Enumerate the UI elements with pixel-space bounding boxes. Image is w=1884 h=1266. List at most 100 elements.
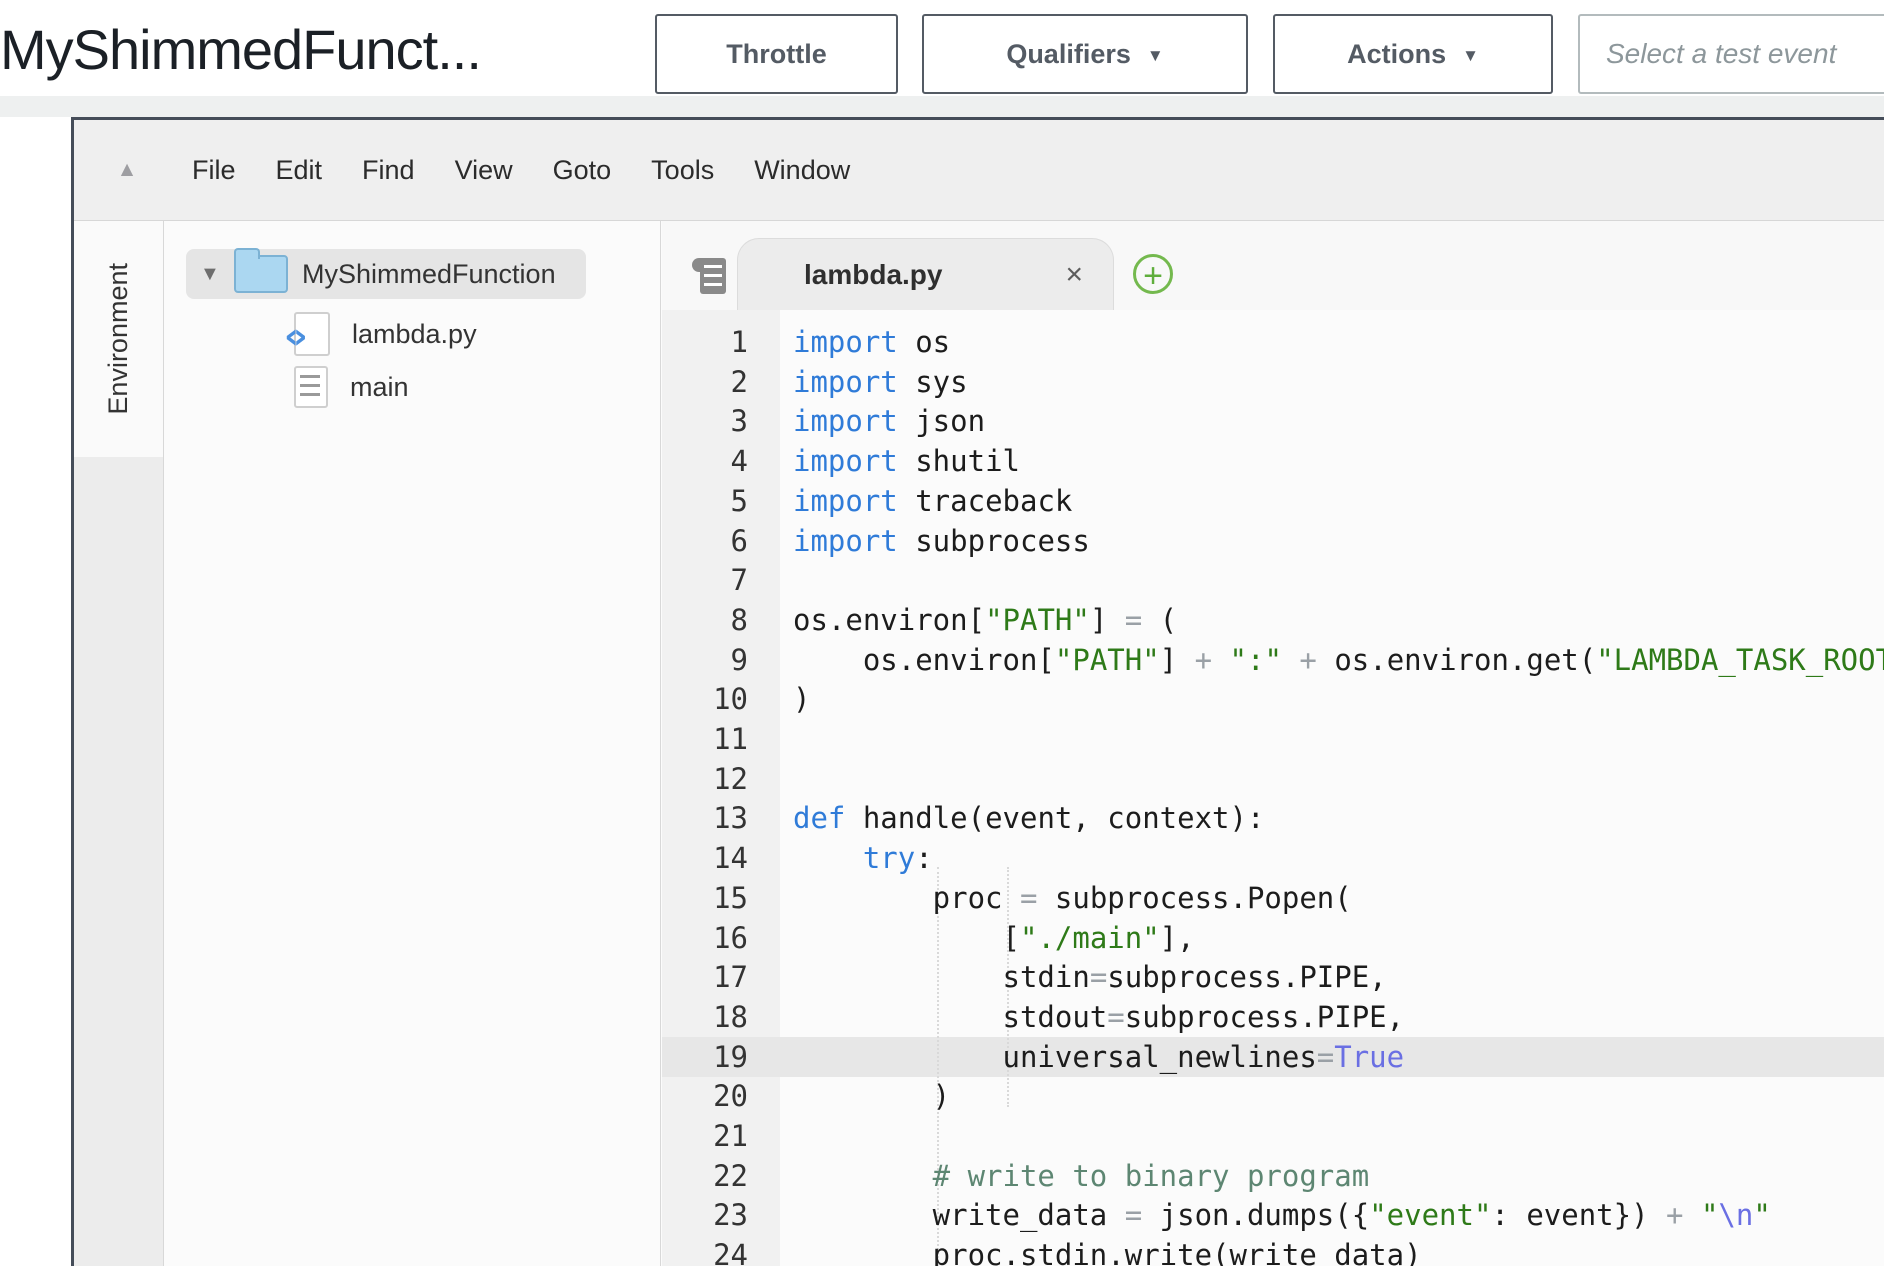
throttle-button[interactable]: Throttle [655, 14, 898, 94]
code-token-o: + [1666, 1198, 1683, 1232]
new-tab-plus-icon[interactable]: + [1133, 254, 1173, 294]
throttle-button-label: Throttle [726, 39, 827, 70]
line-number[interactable]: 5 [662, 481, 748, 521]
line-number[interactable]: 18 [662, 997, 748, 1037]
line-number[interactable]: 24 [662, 1235, 748, 1266]
disclosure-triangle-icon[interactable]: ▼ [200, 263, 226, 286]
code-line[interactable]: import subprocess [793, 521, 1090, 561]
tab-label: lambda.py [804, 259, 942, 291]
line-number[interactable]: 3 [662, 401, 748, 441]
menu-item-find[interactable]: Find [349, 155, 428, 186]
code-line[interactable]: stdin=subprocess.PIPE, [793, 957, 1387, 997]
tab-environment[interactable]: Environment [74, 221, 164, 457]
code-line[interactable]: proc.stdin.write(write_data) [793, 1235, 1422, 1266]
menu-item-goto[interactable]: Goto [540, 155, 625, 186]
code-line[interactable]: ) [793, 679, 810, 719]
code-token-o: = [1125, 603, 1142, 637]
code-token-p: json.dumps({ [1142, 1198, 1369, 1232]
menu-item-file[interactable]: File [179, 155, 249, 186]
tab-list-icon[interactable] [692, 258, 726, 294]
actions-button-label: Actions [1347, 39, 1446, 70]
code-line[interactable]: os.environ["PATH"] = ( [793, 600, 1177, 640]
lambda-console-page: MyShimmedFunct... Throttle Qualifiers ▼ … [0, 0, 1884, 1266]
qualifiers-dropdown-button[interactable]: Qualifiers ▼ [922, 14, 1248, 94]
folder-name-label: MyShimmedFunction [302, 259, 556, 290]
line-number[interactable]: 14 [662, 838, 748, 878]
code-line[interactable]: try: [793, 838, 933, 878]
chevron-down-icon: ▼ [1147, 46, 1164, 66]
line-number[interactable]: 20 [662, 1076, 748, 1116]
close-icon[interactable]: × [1065, 260, 1083, 290]
code-line[interactable]: def handle(event, context): [793, 798, 1264, 838]
line-number[interactable]: 8 [662, 600, 748, 640]
collapse-panel-icon[interactable]: ▲ [112, 158, 142, 182]
code-editor-surface[interactable]: 1 import os 2 import sys 3 import json 4 import… [662, 310, 1884, 1266]
code-token-p: ], [1160, 921, 1195, 955]
code-token-k: import [793, 365, 898, 399]
code-token-o: + [1195, 643, 1212, 677]
code-token-o: = [1090, 960, 1107, 994]
code-token-s: "PATH" [1055, 643, 1160, 677]
code-line[interactable]: ["./main"], [793, 918, 1195, 958]
line-number[interactable]: 4 [662, 441, 748, 481]
tree-row-lambda-py[interactable]: ‹›lambda.py [294, 309, 624, 359]
file-name-label: lambda.py [352, 319, 477, 350]
code-token-p [1683, 1198, 1700, 1232]
test-event-placeholder: Select a test event [1606, 38, 1836, 70]
chevron-down-icon: ▼ [1462, 46, 1479, 66]
code-line[interactable]: import os [793, 322, 950, 362]
code-token-m: # write to binary program [793, 1159, 1369, 1193]
code-line[interactable]: os.environ["PATH"] + ":" + os.environ.ge… [793, 640, 1884, 680]
code-line[interactable]: stdout=subprocess.PIPE, [793, 997, 1404, 1037]
header-divider-band [0, 96, 1884, 117]
function-header: MyShimmedFunct... Throttle Qualifiers ▼ … [0, 0, 1884, 96]
menu-item-edit[interactable]: Edit [263, 155, 336, 186]
line-number[interactable]: 19 [662, 1037, 748, 1077]
tab-lambda-py[interactable]: lambda.py × [737, 238, 1114, 311]
line-number[interactable]: 23 [662, 1195, 748, 1235]
line-number[interactable]: 13 [662, 798, 748, 838]
code-token-p: os.environ[ [793, 643, 1055, 677]
code-token-s: "PATH" [985, 603, 1090, 637]
line-number[interactable]: 1 [662, 322, 748, 362]
code-token-p: json [898, 404, 985, 438]
code-token-p: ) [793, 682, 810, 716]
code-token-p: os.environ[ [793, 603, 985, 637]
code-line[interactable]: import json [793, 401, 985, 441]
editor-pane: lambda.py × + 1 import os 2 import sys 3 impo… [662, 221, 1884, 1266]
code-token-k: import [793, 325, 898, 359]
code-line[interactable]: universal_newlines=True [793, 1037, 1404, 1077]
tree-row-folder[interactable]: ▼ MyShimmedFunction [186, 249, 586, 299]
code-token-p: ] [1090, 603, 1125, 637]
code-line[interactable]: ) [793, 1076, 950, 1116]
code-line[interactable]: proc = subprocess.Popen( [793, 878, 1352, 918]
menu-item-tools[interactable]: Tools [638, 155, 727, 186]
code-line[interactable]: import traceback [793, 481, 1072, 521]
line-number[interactable]: 2 [662, 362, 748, 402]
code-line[interactable]: import sys [793, 362, 968, 402]
line-number[interactable]: 22 [662, 1156, 748, 1196]
line-number[interactable]: 9 [662, 640, 748, 680]
code-line[interactable]: write_data = json.dumps({"event": event}… [793, 1195, 1771, 1235]
code-token-s: "event" [1369, 1198, 1491, 1232]
actions-dropdown-button[interactable]: Actions ▼ [1273, 14, 1553, 94]
tree-row-main[interactable]: main [294, 362, 624, 412]
code-token-p: : [915, 841, 932, 875]
code-token-p: stdin [793, 960, 1090, 994]
line-number[interactable]: 7 [662, 560, 748, 600]
line-number[interactable]: 15 [662, 878, 748, 918]
line-number[interactable]: 12 [662, 759, 748, 799]
code-line[interactable]: # write to binary program [793, 1156, 1369, 1196]
code-token-p: subprocess.Popen( [1037, 881, 1351, 915]
menu-item-view[interactable]: View [442, 155, 526, 186]
line-number[interactable]: 16 [662, 918, 748, 958]
code-token-s: " [1701, 1198, 1718, 1232]
menu-item-window[interactable]: Window [741, 155, 863, 186]
line-number[interactable]: 10 [662, 679, 748, 719]
test-event-select[interactable]: Select a test event [1578, 14, 1884, 94]
line-number[interactable]: 17 [662, 957, 748, 997]
line-number[interactable]: 11 [662, 719, 748, 759]
line-number[interactable]: 6 [662, 521, 748, 561]
line-number[interactable]: 21 [662, 1116, 748, 1156]
code-line[interactable]: import shutil [793, 441, 1020, 481]
